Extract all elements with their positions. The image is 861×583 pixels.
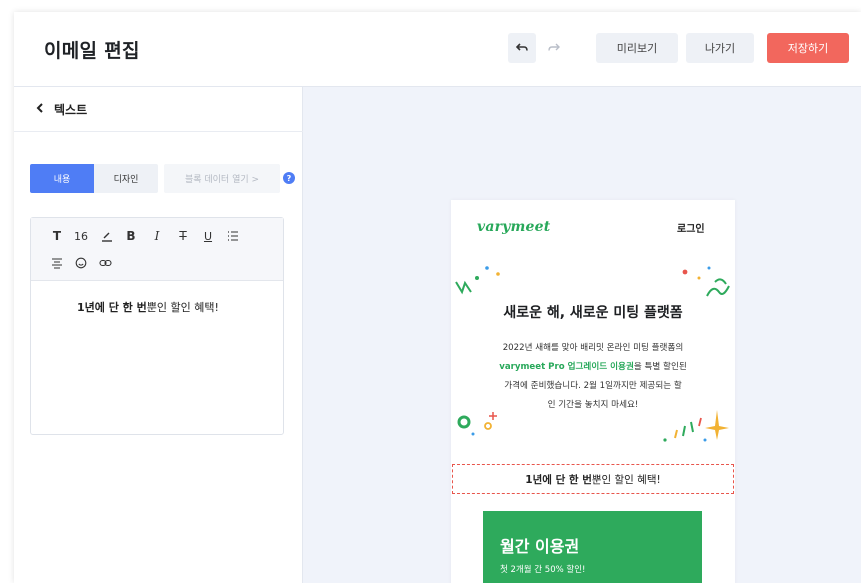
redo-icon (548, 43, 560, 51)
underline-button[interactable]: U (200, 228, 216, 244)
preview-button[interactable]: 미리보기 (596, 33, 678, 63)
text-color-button[interactable] (99, 228, 115, 244)
italic-button[interactable]: I (149, 228, 165, 244)
selected-plain-text: 뿐인 할인 혜택! (591, 473, 661, 486)
selected-bold-text: 1년에 단 한 번 (525, 473, 592, 486)
hero-line-2-rest: 을 특별 할인된 (633, 362, 687, 372)
block-data-button[interactable]: 블록 데이터 열기 > (164, 164, 280, 193)
save-button[interactable]: 저장하기 (767, 33, 849, 63)
list-icon (228, 231, 238, 241)
hero-line-2: varymeet Pro 업그레이드 이용권을 특별 할인된 (469, 358, 717, 377)
selected-text-block[interactable]: 1년에 단 한 번 뿐인 할인 혜택! (452, 464, 734, 494)
pen-icon (102, 232, 112, 242)
undo-icon (516, 43, 528, 51)
editor-plain-text: 뿐인 할인 혜택! (146, 301, 219, 314)
strikethrough-button[interactable]: T (175, 228, 191, 244)
tab-content[interactable]: 내용 (30, 164, 94, 193)
hero-line-3: 가격에 준비했습니다. 2월 1일까지만 제공되는 할 (504, 381, 682, 391)
confetti-decoration (455, 266, 730, 442)
plan-description: 첫 2개월 간 50% 할인! (500, 565, 586, 575)
editor-content[interactable]: 1년에 단 한 번뿐인 할인 혜택! (77, 299, 219, 315)
plan-card[interactable]: 월간 이용권 첫 2개월 간 50% 할인! (483, 511, 702, 583)
chevron-left-icon (36, 103, 43, 113)
link-icon (98, 259, 112, 267)
hero-description: 2022년 새해를 맞아 배리밋 온라인 미팅 플랫폼의 varymeet Pr… (469, 339, 717, 415)
format-toolbar: T 16 B I T U (31, 218, 283, 281)
redo-button[interactable] (542, 33, 566, 63)
email-preview: varymeet 로그인 새로운 해, 새로운 미팅 플랫폼 2022년 새해를… (451, 200, 735, 583)
emoji-icon (75, 257, 87, 269)
bold-button[interactable]: B (123, 228, 139, 244)
font-size-button[interactable]: 16 (73, 228, 89, 244)
hero-highlight: varymeet Pro 업그레이드 이용권 (499, 362, 634, 372)
tab-design[interactable]: 디자인 (94, 164, 158, 193)
editor-bold-text: 1년에 단 한 번 (77, 301, 147, 314)
emoji-button[interactable] (73, 255, 89, 271)
back-button[interactable] (36, 100, 44, 118)
panel-title: 텍스트 (54, 103, 88, 117)
top-bar: 이메일 편집 미리보기 나가기 저장하기 (14, 12, 861, 87)
hero-line-4: 인 기간을 놓치지 마세요! (547, 400, 639, 410)
settings-panel: 텍스트 내용 디자인 블록 데이터 열기 > ? T 16 B I T U 1년… (14, 87, 303, 583)
text-style-button[interactable]: T (49, 228, 65, 244)
link-button[interactable] (97, 255, 113, 271)
align-center-icon (52, 258, 62, 269)
align-center-button[interactable] (49, 255, 65, 271)
undo-button[interactable] (508, 33, 536, 63)
list-button[interactable] (225, 228, 241, 244)
plan-name: 월간 이용권 (500, 537, 580, 556)
help-icon[interactable]: ? (283, 172, 295, 184)
email-editor-app: 이메일 편집 미리보기 나가기 저장하기 텍스트 내용 디자인 블록 데이터 열… (14, 12, 861, 583)
panel-header: 텍스트 (14, 87, 303, 132)
page-title: 이메일 편집 (44, 40, 140, 62)
exit-button[interactable]: 나가기 (686, 33, 754, 63)
text-editor[interactable]: T 16 B I T U 1년에 단 한 번뿐인 할인 혜택! (30, 217, 284, 435)
hero-line-1: 2022년 새해를 맞아 배리밋 온라인 미팅 플랫폼의 (502, 343, 684, 353)
hero-title: 새로운 해, 새로운 미팅 플랫폼 (503, 305, 683, 321)
